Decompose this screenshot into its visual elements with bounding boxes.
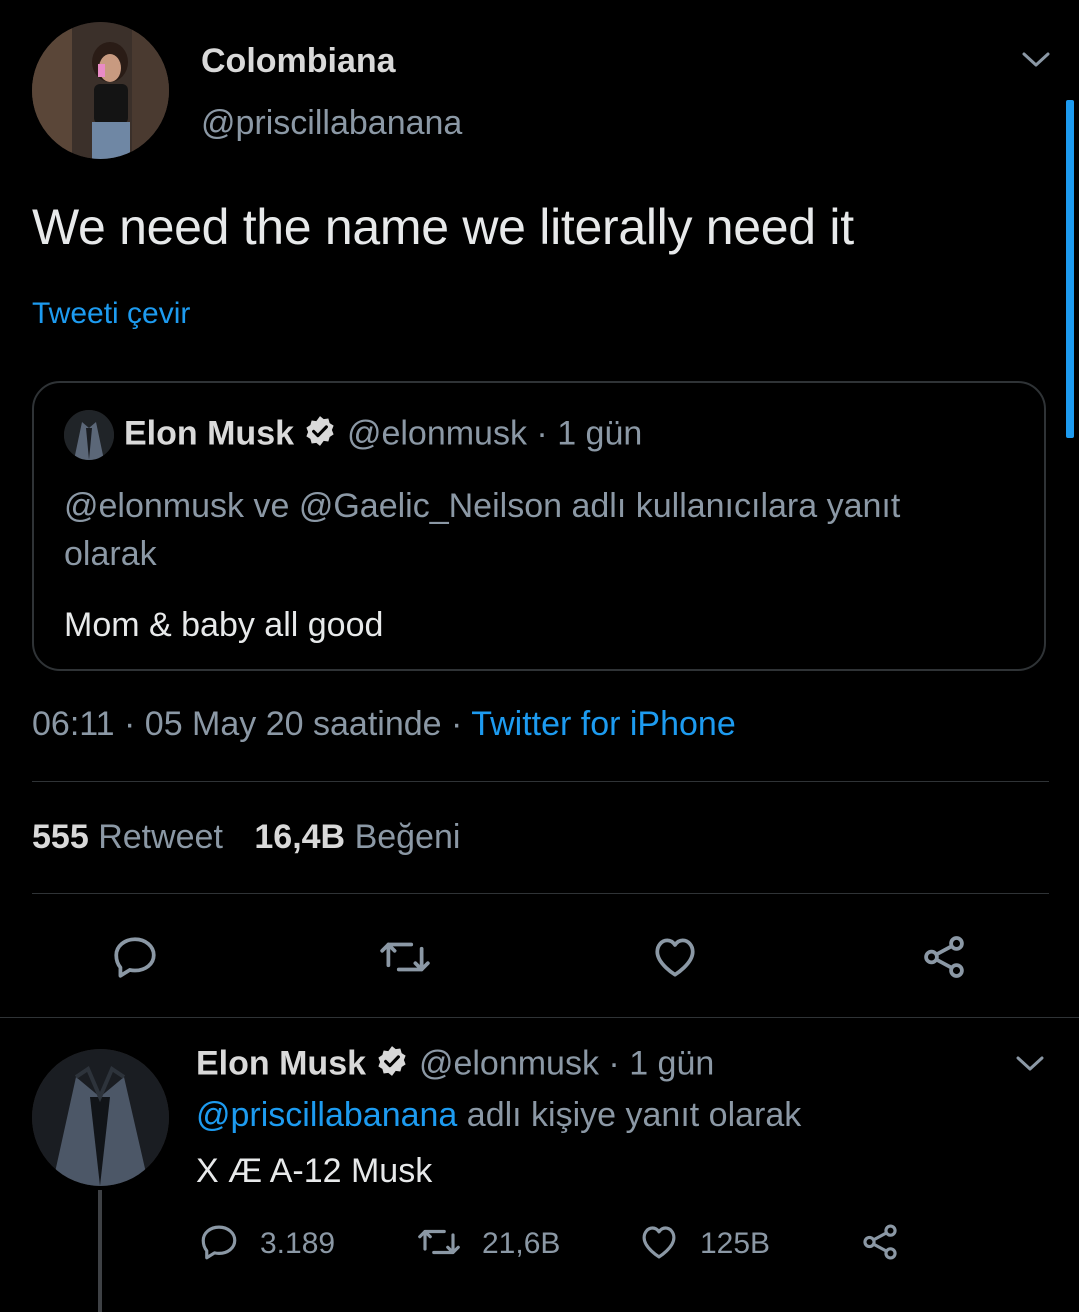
reply-to-mention-link[interactable]: @priscillabanana xyxy=(196,1096,457,1134)
quoted-avatar[interactable] xyxy=(64,410,114,460)
retweet-icon xyxy=(416,1221,462,1268)
like-icon xyxy=(638,1221,680,1268)
tweet-client-link[interactable]: Twitter for iPhone xyxy=(471,705,736,743)
divider xyxy=(32,781,1049,782)
meta-separator: · xyxy=(451,705,463,743)
reply-header: Elon Musk @elonmusk · 1 gün xyxy=(196,1044,714,1087)
reply-icon[interactable] xyxy=(110,932,160,982)
like-label: Beğeni xyxy=(354,818,461,856)
meta-separator: · xyxy=(124,705,136,743)
reply-reply-action[interactable]: 3.189 xyxy=(198,1224,335,1264)
retweet-icon[interactable] xyxy=(378,932,432,982)
translate-tweet-link[interactable]: Tweeti çevir xyxy=(32,297,190,331)
like-icon[interactable] xyxy=(650,932,700,982)
reply-retweet-action[interactable]: 21,6B xyxy=(416,1224,560,1264)
tweet-stats: 555 Retweet 16,4B Beğeni xyxy=(32,818,460,857)
reply-retweet-count: 21,6B xyxy=(482,1227,561,1260)
retweet-stat[interactable]: 555 Retweet xyxy=(32,818,232,856)
reply-avatar[interactable] xyxy=(32,1049,169,1186)
quoted-display-name[interactable]: Elon Musk xyxy=(124,414,294,452)
like-stat[interactable]: 16,4B Beğeni xyxy=(254,818,460,856)
reply-avatar-image xyxy=(32,1049,169,1186)
scrollbar[interactable] xyxy=(1066,100,1074,438)
reply-context: @priscillabanana adlı kişiye yanıt olara… xyxy=(196,1096,801,1135)
quoted-text: Mom & baby all good xyxy=(64,606,384,644)
reply-time[interactable]: 1 gün xyxy=(629,1044,714,1082)
divider xyxy=(0,1017,1079,1018)
share-icon xyxy=(858,1221,902,1268)
quoted-handle[interactable]: @elonmusk xyxy=(347,414,527,452)
reply-text: X Æ A-12 Musk xyxy=(196,1152,433,1190)
quoted-header: Elon Musk @elonmusk · 1 gün xyxy=(124,414,642,457)
tweet-menu-chevron-icon[interactable] xyxy=(1020,48,1052,72)
quoted-separator: · xyxy=(536,414,548,453)
retweet-count: 555 xyxy=(32,818,89,856)
quoted-time[interactable]: 1 gün xyxy=(557,414,642,452)
quoted-reply-context: @elonmusk ve @Gaelic_Neilson adlı kullan… xyxy=(64,487,901,573)
reply-count: 3.189 xyxy=(260,1227,336,1260)
tweet-text: We need the name we literally need it xyxy=(32,199,854,255)
divider xyxy=(32,893,1049,894)
author-avatar-image xyxy=(32,22,169,159)
thread-line xyxy=(98,1190,102,1312)
share-icon[interactable] xyxy=(918,932,970,982)
reply-icon xyxy=(198,1221,240,1268)
reply-separator: · xyxy=(608,1044,620,1083)
tweet-meta: 06:11 · 05 May 20 saatinde · Twitter for… xyxy=(32,705,736,744)
like-count: 16,4B xyxy=(254,818,346,856)
reply-share-action[interactable] xyxy=(858,1224,902,1264)
reply-display-name[interactable]: Elon Musk xyxy=(196,1044,366,1082)
quoted-avatar-image xyxy=(64,410,114,460)
tweet-date: 05 May 20 saatinde xyxy=(144,705,442,743)
reply-like-count: 125B xyxy=(700,1227,771,1260)
verified-badge-icon xyxy=(375,1044,409,1087)
tweet-time: 06:11 xyxy=(32,705,115,743)
reply-handle[interactable]: @elonmusk xyxy=(419,1044,599,1082)
reply-like-action[interactable]: 125B xyxy=(638,1224,770,1264)
retweet-label: Retweet xyxy=(98,818,223,856)
author-avatar[interactable] xyxy=(32,22,169,159)
verified-badge-icon xyxy=(303,414,337,457)
author-display-name[interactable]: Colombiana xyxy=(201,42,396,81)
reply-menu-chevron-icon[interactable] xyxy=(1014,1052,1046,1076)
reply-context-suffix: adlı kişiye yanıt olarak xyxy=(466,1096,802,1134)
author-handle[interactable]: @priscillabanana xyxy=(201,104,462,143)
